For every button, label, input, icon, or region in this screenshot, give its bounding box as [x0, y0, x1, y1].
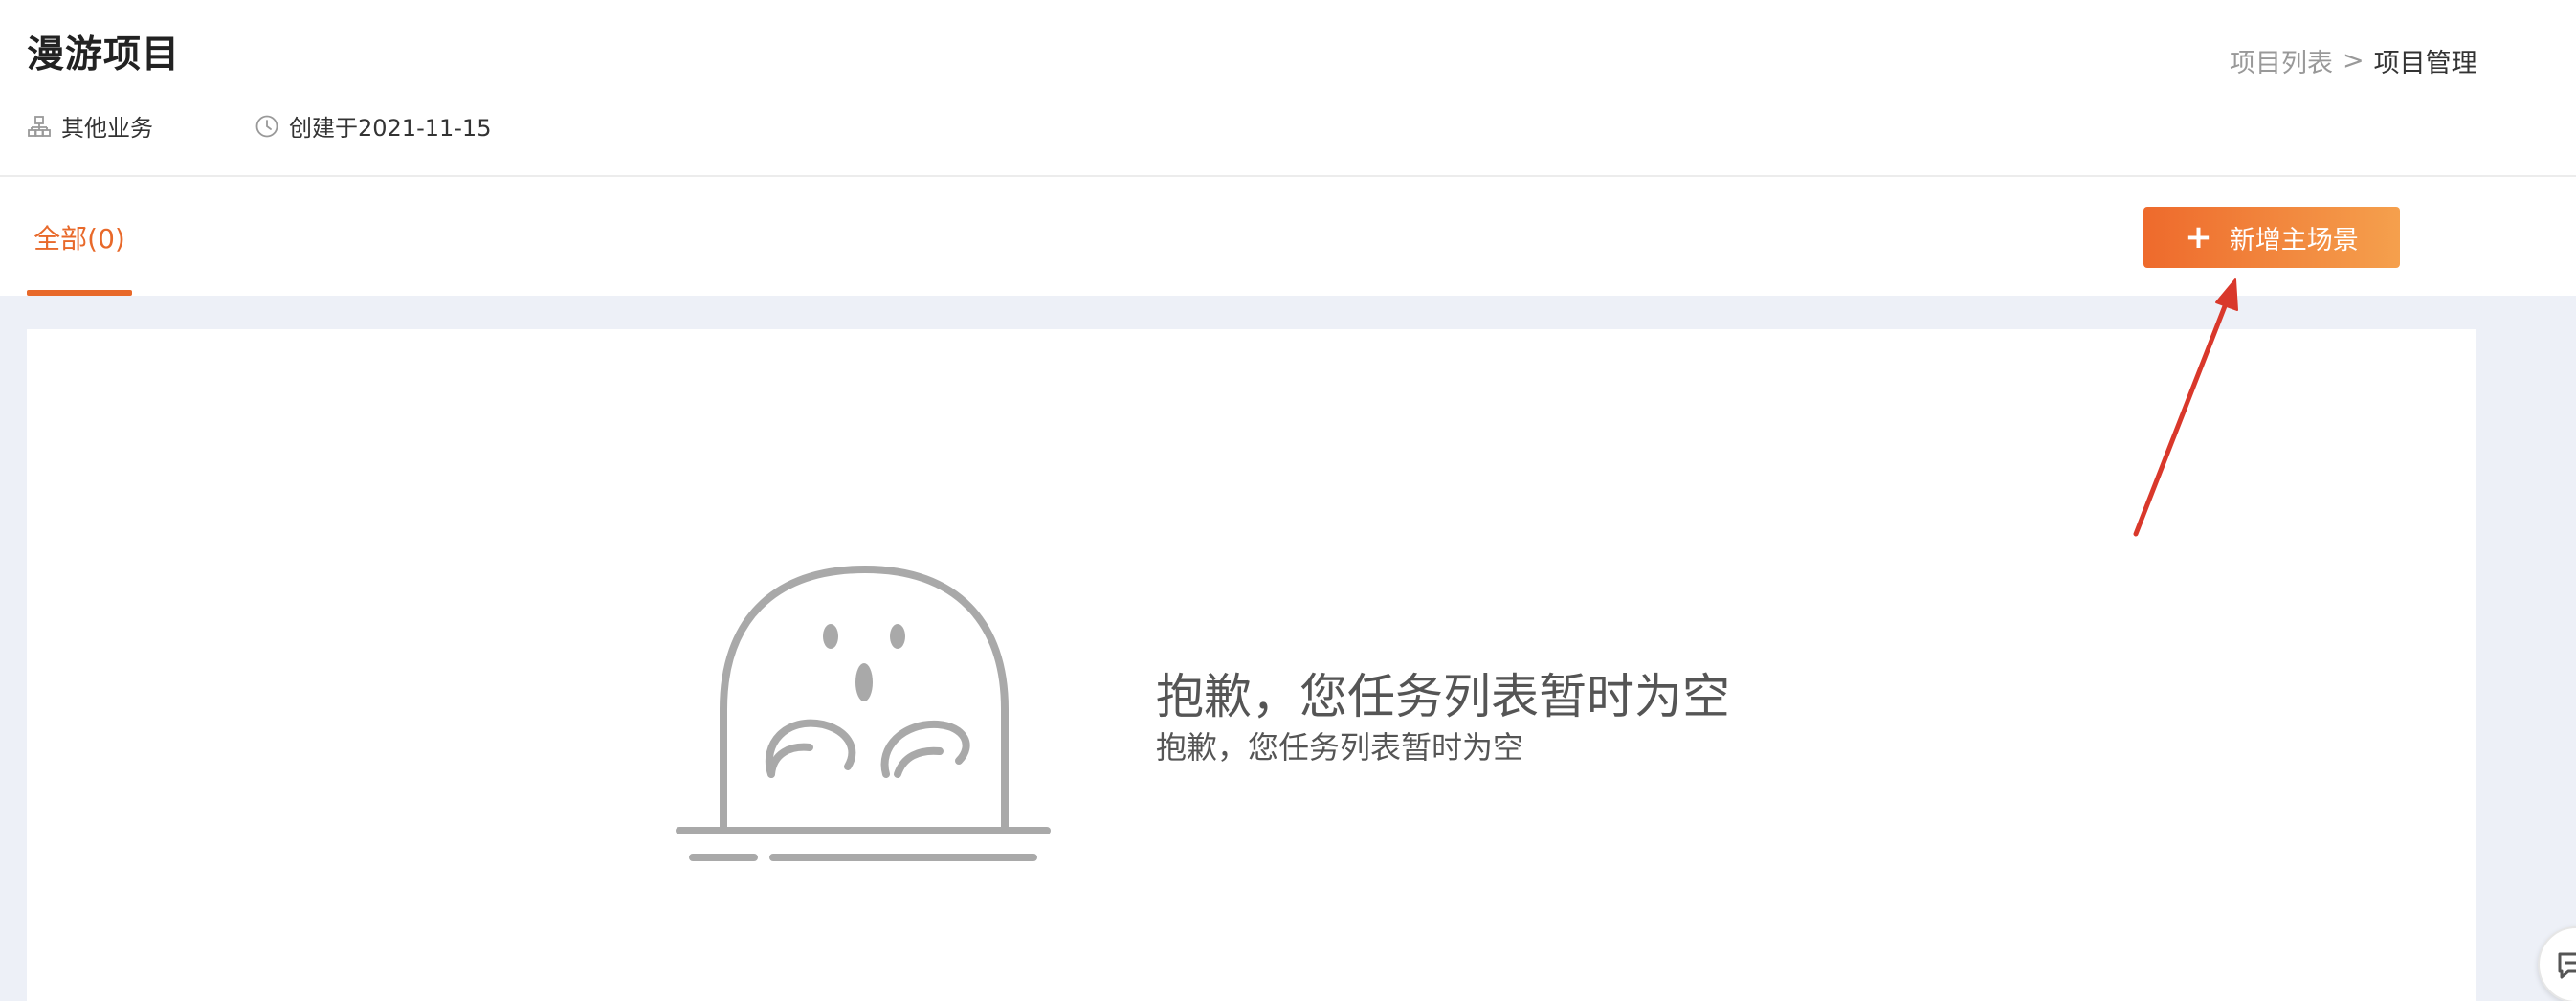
empty-state-title: 抱歉，您任务列表暂时为空: [1156, 669, 1730, 724]
business-label: 其他业务: [61, 115, 153, 142]
org-chart-icon: [27, 114, 52, 139]
add-main-scene-label: 新增主场景: [2229, 225, 2359, 256]
page-title: 漫游项目: [27, 33, 181, 77]
page: 漫游项目 其他业务 创建于2021-11-15 项目列表 > 项目管理 全部(0…: [0, 0, 2576, 1001]
project-header: 漫游项目 其他业务 创建于2021-11-15 项目列表 > 项目管理: [0, 0, 2576, 177]
annotation-arrow: [2133, 278, 2238, 537]
add-main-scene-button[interactable]: + 新增主场景: [2143, 207, 2400, 268]
empty-ghost-illustration: [674, 556, 1051, 864]
breadcrumb-project-list[interactable]: 项目列表: [2230, 42, 2333, 79]
plus-icon: +: [2185, 218, 2212, 256]
tab-all[interactable]: 全部(0): [27, 179, 132, 296]
created-date: 创建于2021-11-15: [289, 115, 492, 142]
business-meta: 其他业务: [27, 109, 153, 143]
created-meta: 创建于2021-11-15: [255, 109, 491, 143]
breadcrumb-separator: >: [2343, 46, 2365, 76]
project-meta: 其他业务 创建于2021-11-15: [27, 109, 491, 143]
feedback-icon: [2558, 952, 2576, 979]
breadcrumb-current: 项目管理: [2373, 49, 2477, 78]
empty-state-subtitle: 抱歉，您任务列表暂时为空: [1156, 729, 1524, 766]
breadcrumb: 项目列表 > 项目管理: [2230, 42, 2477, 79]
clock-icon: [255, 114, 279, 139]
